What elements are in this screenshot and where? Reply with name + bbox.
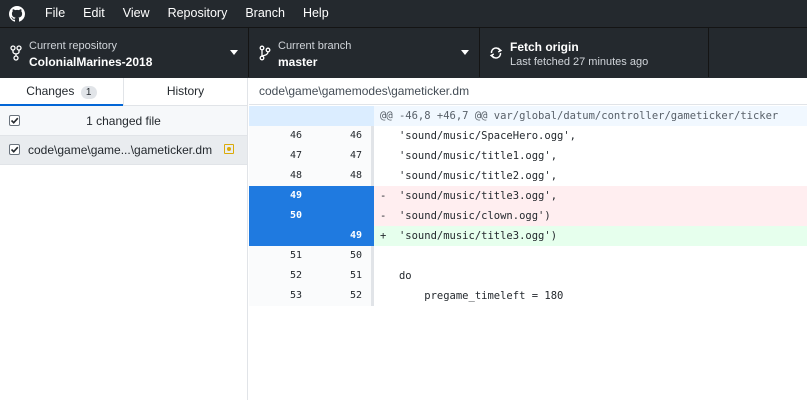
current-branch-button[interactable]: Current branch master <box>249 28 480 77</box>
diff-file-path: code\game\gamemodes\gameticker.dm <box>249 78 807 105</box>
repository-dropdown-caret-icon <box>230 50 238 55</box>
old-line-number[interactable]: 53 <box>249 286 310 306</box>
new-line-number[interactable]: 48 <box>310 166 371 186</box>
new-line-number[interactable] <box>310 206 371 226</box>
last-fetched-text: Last fetched 27 minutes ago <box>510 56 649 68</box>
new-line-number[interactable]: 49 <box>310 226 371 246</box>
old-line-number[interactable] <box>249 226 310 246</box>
diff-line-content: - 'sound/music/clown.ogg') <box>374 206 807 226</box>
new-line-number[interactable] <box>310 186 371 206</box>
old-line-number[interactable]: 47 <box>249 146 310 166</box>
menu-repository[interactable]: Repository <box>159 0 237 27</box>
old-line-number[interactable]: 48 <box>249 166 310 186</box>
sync-icon <box>489 47 503 59</box>
checkmark-icon <box>10 117 19 124</box>
toolbar: Current repository ColonialMarines-2018 … <box>0 27 807 78</box>
diff-line-content <box>374 246 807 266</box>
changes-count-badge: 1 <box>80 86 97 99</box>
new-line-number[interactable]: 51 <box>310 266 371 286</box>
diff-line-content: do <box>374 266 807 286</box>
file-include-checkbox[interactable] <box>9 144 20 155</box>
diff-line-content: - 'sound/music/title3.ogg', <box>374 186 807 206</box>
select-all-checkbox[interactable] <box>9 115 20 126</box>
diff-line-content: + 'sound/music/title3.ogg') <box>374 226 807 246</box>
diff-line[interactable]: 52 51 do <box>249 266 807 286</box>
new-line-number[interactable]: 47 <box>310 146 371 166</box>
diff-line-text: 'sound/music/clown.ogg') <box>386 210 551 222</box>
hunk-header-text: @@ -46,8 +46,7 @@ var/global/datum/contr… <box>380 110 779 122</box>
diff-line[interactable]: 48 48 'sound/music/title2.ogg', <box>249 166 807 186</box>
fetch-origin-button[interactable]: Fetch origin Last fetched 27 minutes ago <box>480 28 709 77</box>
menu-help[interactable]: Help <box>294 0 338 27</box>
changed-file-path: code\game\game...\gameticker.dm <box>28 143 213 157</box>
current-branch-name: master <box>278 55 318 69</box>
old-line-number[interactable]: 46 <box>249 126 310 146</box>
file-modified-icon <box>224 144 234 154</box>
diff-view: @@ -46,8 +46,7 @@ var/global/datum/contr… <box>249 106 807 306</box>
old-line-number[interactable]: 50 <box>249 206 310 226</box>
current-repository-label: Current repository <box>29 40 118 52</box>
diff-line-text: 'sound/music/title1.ogg', <box>386 150 558 162</box>
diff-line-text: pregame_timeleft = 180 <box>386 290 564 302</box>
diff-line[interactable]: 49 + 'sound/music/title3.ogg') <box>249 226 807 246</box>
diff-hunk-header: @@ -46,8 +46,7 @@ var/global/datum/contr… <box>249 106 807 126</box>
menu-file[interactable]: File <box>36 0 74 27</box>
sidebar-tabs: Changes 1 History <box>0 78 247 106</box>
tab-changes[interactable]: Changes 1 <box>0 78 124 106</box>
tab-changes-label: Changes <box>26 84 75 98</box>
current-branch-label: Current branch <box>278 40 352 52</box>
tab-history[interactable]: History <box>124 78 247 105</box>
diff-line-text: 'sound/music/title2.ogg', <box>386 170 558 182</box>
old-line-number[interactable]: 51 <box>249 246 310 266</box>
branch-dropdown-caret-icon <box>461 50 469 55</box>
github-logo-icon <box>9 5 25 22</box>
old-line-number[interactable]: 49 <box>249 186 310 206</box>
menu-bar: File Edit View Repository Branch Help <box>0 0 807 27</box>
changed-file-item[interactable]: code\game\game...\gameticker.dm <box>0 136 247 165</box>
repo-icon <box>10 45 22 61</box>
diff-line-content: 'sound/music/SpaceHero.ogg', <box>374 126 807 146</box>
tab-history-label: History <box>166 84 205 98</box>
diff-line[interactable]: 51 50 <box>249 246 807 266</box>
checkmark-icon <box>10 146 19 153</box>
diff-line-marker <box>380 250 386 262</box>
menu-view[interactable]: View <box>114 0 159 27</box>
menu-edit[interactable]: Edit <box>74 0 114 27</box>
diff-line[interactable]: 49 - 'sound/music/title3.ogg', <box>249 186 807 206</box>
branch-icon <box>259 45 271 61</box>
old-line-number[interactable]: 52 <box>249 266 310 286</box>
diff-line-text: 'sound/music/SpaceHero.ogg', <box>386 130 576 142</box>
current-repository-button[interactable]: Current repository ColonialMarines-2018 <box>0 28 249 77</box>
diff-line-text: do <box>386 270 412 282</box>
fetch-origin-label: Fetch origin <box>510 40 579 54</box>
changed-files-header: 1 changed file <box>0 106 247 136</box>
diff-line-content: pregame_timeleft = 180 <box>374 286 807 306</box>
changes-sidebar: Changes 1 History 1 changed file code\ga… <box>0 78 248 400</box>
diff-line[interactable]: 47 47 'sound/music/title1.ogg', <box>249 146 807 166</box>
diff-line[interactable]: 53 52 pregame_timeleft = 180 <box>249 286 807 306</box>
new-line-number[interactable]: 52 <box>310 286 371 306</box>
diff-line-text: 'sound/music/title3.ogg', <box>386 190 558 202</box>
new-line-number[interactable]: 50 <box>310 246 371 266</box>
menu-branch[interactable]: Branch <box>236 0 294 27</box>
diff-line-content: 'sound/music/title2.ogg', <box>374 166 807 186</box>
diff-line[interactable]: 46 46 'sound/music/SpaceHero.ogg', <box>249 126 807 146</box>
diff-line-content: 'sound/music/title1.ogg', <box>374 146 807 166</box>
diff-line[interactable]: 50 - 'sound/music/clown.ogg') <box>249 206 807 226</box>
diff-line-text: 'sound/music/title3.ogg') <box>386 230 558 242</box>
changed-files-count: 1 changed file <box>86 113 161 128</box>
current-repository-name: ColonialMarines-2018 <box>29 55 153 69</box>
new-line-number[interactable]: 46 <box>310 126 371 146</box>
